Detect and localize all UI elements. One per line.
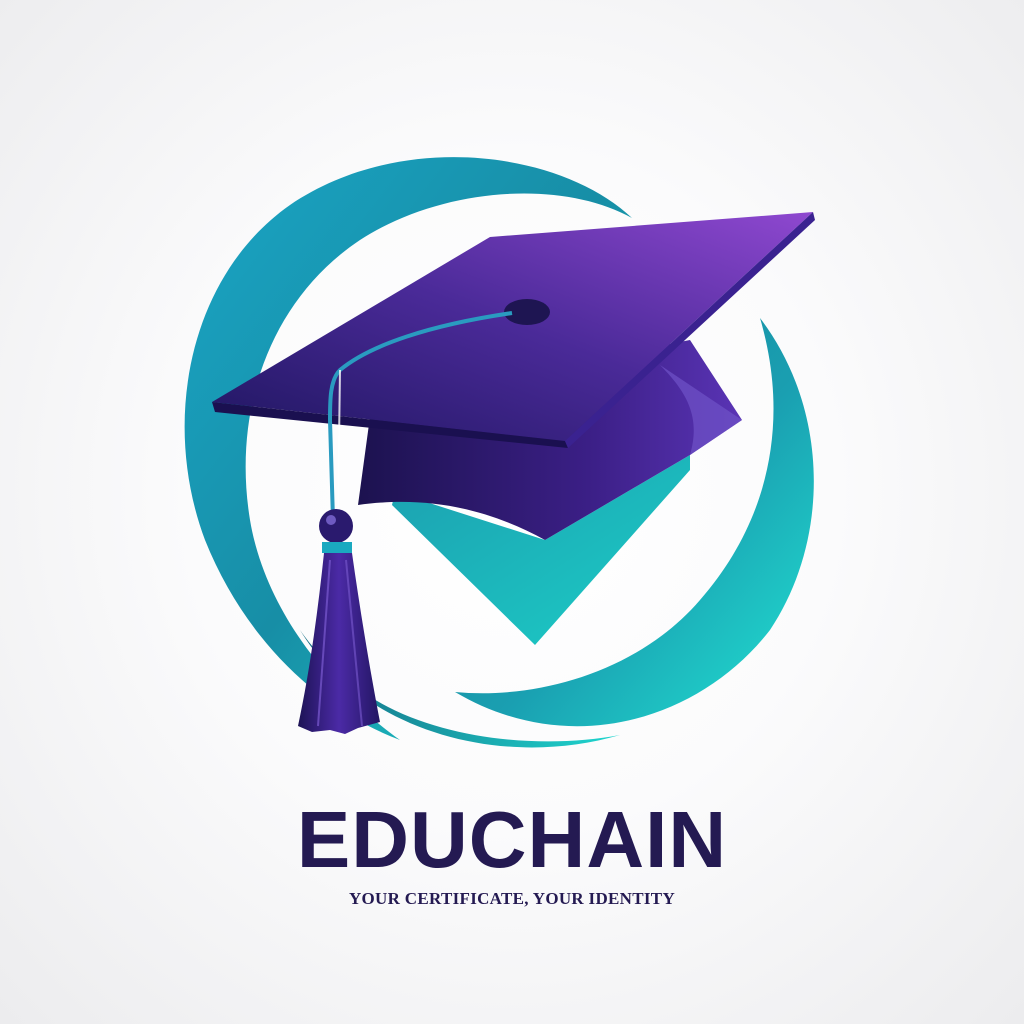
tassel-icon [298,509,380,734]
tassel-fringe [298,553,380,734]
tassel-band [322,542,352,553]
brand-tagline: YOUR CERTIFICATE, YOUR IDENTITY [348,889,676,908]
tassel-knot [319,509,353,543]
tassel-knot-shine [326,515,336,525]
brand-name: EDUCHAIN [296,795,728,884]
